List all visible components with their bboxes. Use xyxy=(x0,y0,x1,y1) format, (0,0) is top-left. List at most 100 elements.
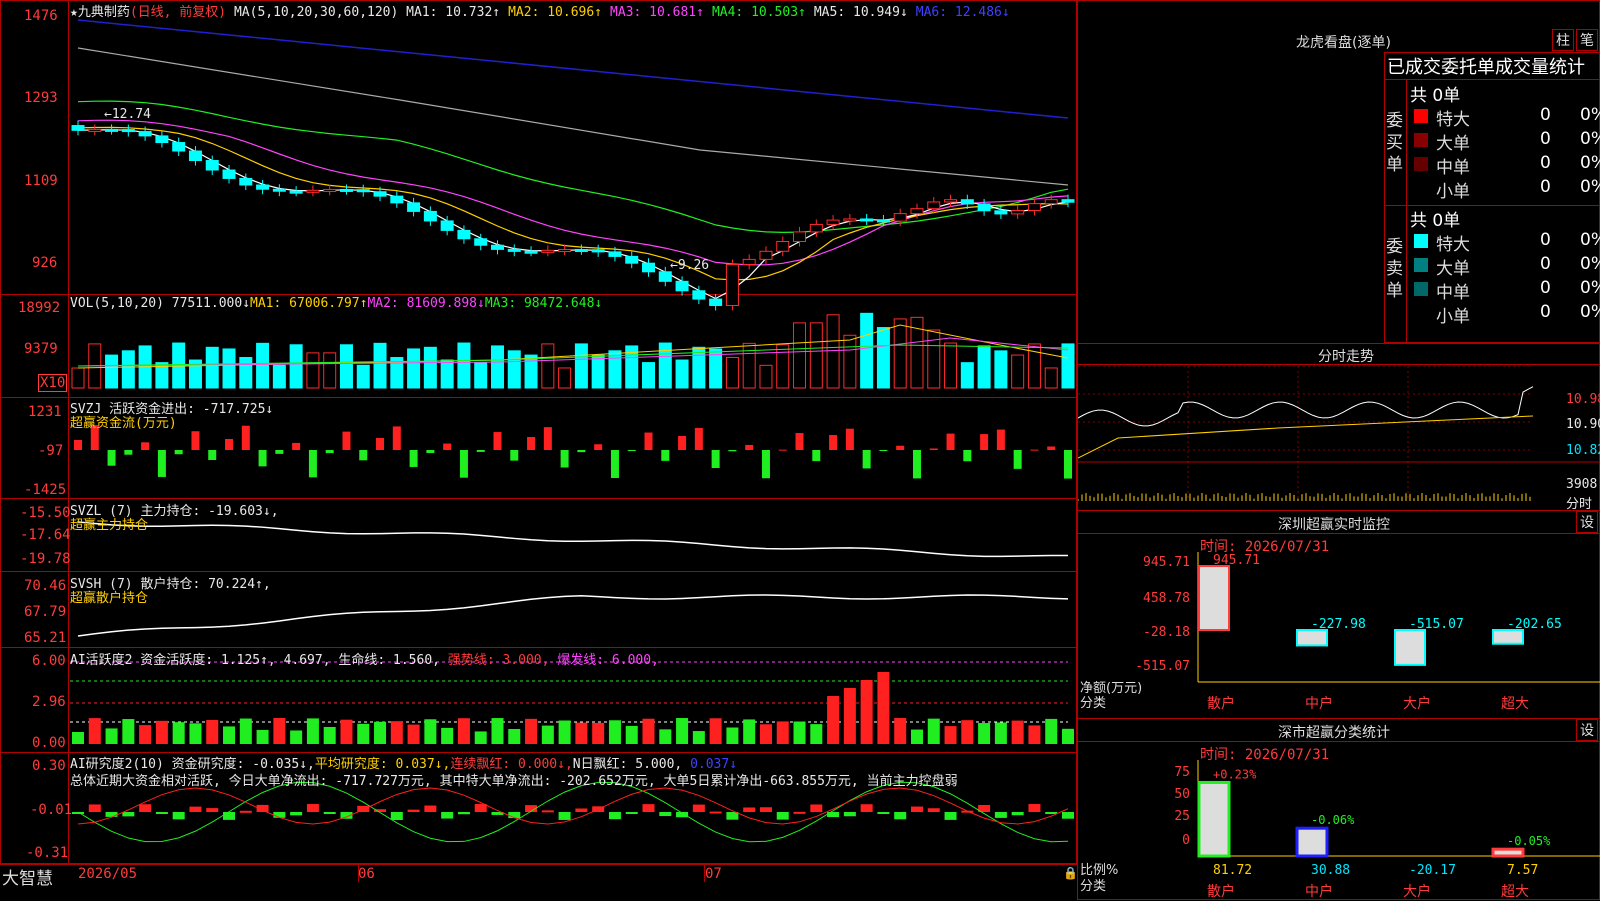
monitor-settings-button[interactable]: 设 xyxy=(1576,511,1598,533)
order-type: 特大 xyxy=(1436,235,1470,255)
fenshi-vol-label: 3908 xyxy=(1566,477,1598,492)
category-label: 散户 xyxy=(1207,695,1235,712)
vol-bar xyxy=(960,362,974,389)
chart-mode[interactable]: (日线, 前复权) xyxy=(130,5,226,20)
research-bar xyxy=(860,804,873,812)
activity-bar xyxy=(88,718,101,744)
flow-bar xyxy=(376,437,385,450)
research-bar xyxy=(122,812,135,817)
activity-bar xyxy=(1028,725,1041,744)
candle-body xyxy=(860,218,874,222)
research-bar xyxy=(88,804,101,812)
tick-mode-button[interactable]: 笔 xyxy=(1576,29,1598,51)
candle-body xyxy=(1061,199,1075,203)
flow-bar xyxy=(661,450,670,461)
color-swatch xyxy=(1414,258,1428,272)
classify-settings-button[interactable]: 设 xyxy=(1576,719,1598,741)
flow-bar xyxy=(308,450,317,478)
flow-bar xyxy=(1047,446,1056,450)
candle-body xyxy=(793,231,807,242)
activity-bar xyxy=(323,726,336,744)
bar-value-label: 30.88 xyxy=(1311,863,1350,878)
research-bar xyxy=(390,812,403,820)
vol-bar xyxy=(457,342,471,389)
research-bar xyxy=(155,812,168,814)
bar-mode-button[interactable]: 柱 xyxy=(1552,29,1574,51)
order-pct: 0% xyxy=(1580,254,1600,274)
candle-body xyxy=(490,244,504,250)
y-tick: 0 xyxy=(1182,833,1190,848)
lock-icon[interactable]: 🔒 xyxy=(1063,866,1078,880)
vol-bar xyxy=(205,346,219,389)
candle-body xyxy=(944,199,958,203)
activity-bar xyxy=(189,723,202,744)
flow-bar xyxy=(761,450,770,479)
app-logo[interactable]: 大智慧 xyxy=(2,864,53,889)
research-bar xyxy=(1028,804,1041,812)
activity-bar xyxy=(105,728,118,744)
ma-value: MA2: 10.696↑ xyxy=(508,5,603,20)
activity-bar xyxy=(575,722,588,744)
order-row: 小单 0 0% xyxy=(1408,302,1600,327)
activity-bar xyxy=(608,720,621,744)
activity-bar xyxy=(994,722,1007,744)
activity-bar xyxy=(692,731,705,744)
longhu-tabs[interactable]: 已成交委托单成交量统计 xyxy=(1384,52,1600,80)
bar-value-label: 7.57 xyxy=(1507,863,1538,878)
flow-bar xyxy=(359,450,368,461)
candle-body xyxy=(709,298,723,306)
research-bar xyxy=(424,805,437,812)
research-bar xyxy=(575,808,588,812)
activity-bar xyxy=(172,722,185,744)
y-tick: 50 xyxy=(1174,787,1190,802)
research-bar xyxy=(239,810,252,813)
order-count: 0 xyxy=(1540,230,1551,250)
y-tick: 6.00 xyxy=(32,653,66,669)
flow-bar xyxy=(241,425,250,450)
activity-bar xyxy=(256,729,269,744)
research-bar xyxy=(894,812,907,820)
vol-bar xyxy=(440,359,454,389)
classify-title: 深市超赢分类统计 xyxy=(1278,725,1390,741)
vol-bar xyxy=(574,343,588,389)
fenshi-price-label: 10.98 xyxy=(1566,392,1600,407)
flow-bar xyxy=(342,431,351,450)
candle-body xyxy=(474,238,488,246)
ma-line xyxy=(77,126,1069,281)
vol-bar xyxy=(1061,343,1075,389)
candle-body xyxy=(323,188,337,192)
research-bar xyxy=(625,812,638,814)
order-type: 特大 xyxy=(1436,110,1470,130)
research-bar xyxy=(407,809,420,812)
flow-bar xyxy=(174,450,183,455)
research-bar xyxy=(474,804,487,812)
activity-bar xyxy=(239,718,252,744)
vol-bar xyxy=(558,367,572,389)
flow-bar xyxy=(459,450,468,478)
fenshi-chart[interactable] xyxy=(1078,366,1600,508)
vol-unit[interactable]: X10 xyxy=(38,374,68,392)
monitor-bar xyxy=(1492,629,1524,645)
ma-value: MA6: 12.486↓ xyxy=(915,5,1010,20)
monitor-title: 深圳超赢实时监控 xyxy=(1278,517,1390,533)
candle-body xyxy=(725,263,739,306)
flow-bar xyxy=(141,442,150,450)
research-bar xyxy=(692,804,705,812)
stock-name[interactable]: ★九典制药 xyxy=(70,5,130,20)
flow-bar xyxy=(879,450,888,451)
buy-rows: 共 0单 特大 0 0% 大单 0 0% 中单 0 0% 小单 0 0% xyxy=(1408,81,1600,205)
flow-bar xyxy=(946,433,955,450)
research-bar xyxy=(1045,812,1058,814)
svsh-sub: 超赢散户持仓 xyxy=(70,591,149,606)
classify-bar xyxy=(1491,847,1525,858)
vol-bar xyxy=(256,342,270,389)
order-row: 特大 0 0% xyxy=(1408,105,1600,130)
flow-bar xyxy=(1013,450,1022,469)
research-bar xyxy=(759,807,772,812)
flow-bar xyxy=(577,450,586,453)
y-tick: -0.31 xyxy=(26,845,69,861)
y-tick: 70.46 xyxy=(24,578,67,594)
category-label: 中户 xyxy=(1305,883,1333,900)
activity-bar xyxy=(306,718,319,744)
activity-bar xyxy=(457,718,470,744)
